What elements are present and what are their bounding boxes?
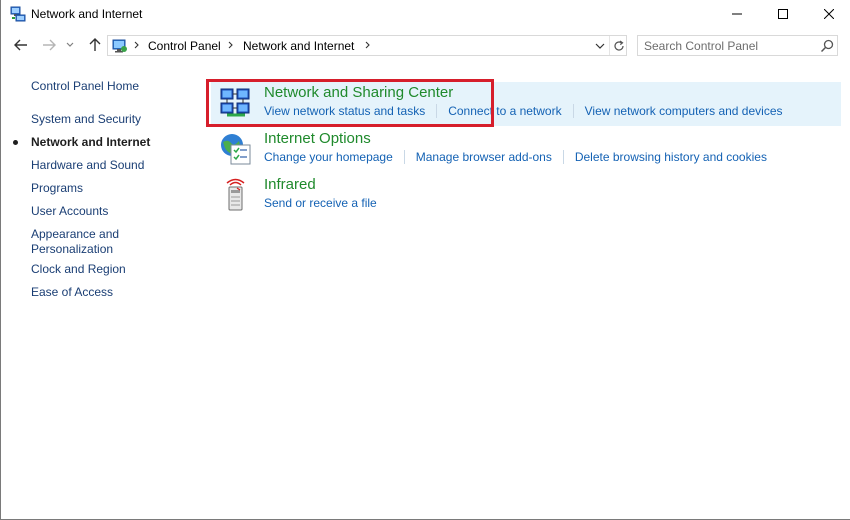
sidebar-item-hardware-and-sound[interactable]: Hardware and Sound [31,158,144,173]
maximize-icon [778,9,788,19]
back-arrow-icon [14,39,27,51]
link-divider [436,104,438,118]
link-divider [562,150,564,164]
category-network-and-sharing-center[interactable]: Network and Sharing Center View network … [211,82,841,126]
link-change-your-homepage[interactable]: Change your homepage [264,150,393,164]
category-links: Send or receive a file [264,196,377,210]
address-dropdown-button[interactable] [591,36,609,55]
minimize-button[interactable] [714,0,760,28]
sidebar-item-network-and-internet[interactable]: Network and Internet [31,135,150,150]
sidebar-item-system-and-security[interactable]: System and Security [31,112,141,127]
title-bar: Network and Internet [1,0,850,28]
back-button[interactable] [10,34,32,56]
sidebar-item-appearance-and-personalization[interactable]: Appearance and [31,227,119,242]
refresh-icon [614,40,624,51]
link-view-network-status-and-tasks[interactable]: View network status and tasks [264,104,425,118]
breadcrumb-separator-icon[interactable] [224,38,236,52]
link-delete-browsing-history-and-cookies[interactable]: Delete browsing history and cookies [575,150,767,164]
category-internet-options[interactable]: Internet Options Change your homepage Ma… [211,128,841,172]
category-title-infrared[interactable]: Infrared [264,176,316,193]
window-title: Network and Internet [31,7,143,21]
close-button[interactable] [806,0,850,28]
forward-arrow-icon [43,39,56,51]
forward-button[interactable] [38,34,60,56]
breadcrumb-separator-icon[interactable] [130,38,142,52]
search-box[interactable] [637,35,838,56]
network-icon [10,6,26,22]
link-manage-browser-add-ons[interactable]: Manage browser add-ons [416,150,552,164]
maximize-button[interactable] [760,0,806,28]
sidebar-item-clock-and-region[interactable]: Clock and Region [31,262,126,277]
category-infrared[interactable]: Infrared Send or receive a file [211,174,841,218]
sidebar-item-control-panel-home[interactable]: Control Panel Home [31,79,139,94]
sidebar-item-appearance-and-personalization-line2[interactable]: Personalization [31,242,113,257]
link-view-network-computers-and-devices[interactable]: View network computers and devices [585,104,783,118]
control-panel-window: Network and Internet Control Panel Netwo… [0,0,850,520]
active-bullet-icon [13,140,18,145]
up-arrow-icon [89,38,101,51]
search-input[interactable] [644,37,814,54]
search-icon[interactable] [819,38,835,54]
internet-options-icon [221,134,251,165]
breadcrumb-control-panel[interactable]: Control Panel [148,39,221,53]
category-title-network-and-sharing-center[interactable]: Network and Sharing Center [264,84,453,101]
category-title-internet-options[interactable]: Internet Options [264,130,371,147]
refresh-button[interactable] [609,36,628,55]
category-links: Change your homepage Manage browser add-… [264,150,767,164]
sidebar-item-ease-of-access[interactable]: Ease of Access [31,285,113,300]
minimize-icon [732,13,742,15]
up-button[interactable] [84,34,106,56]
link-send-or-receive-a-file[interactable]: Send or receive a file [264,196,377,210]
link-divider [403,150,405,164]
control-panel-icon [112,39,127,53]
link-connect-to-a-network[interactable]: Connect to a network [448,104,561,118]
address-bar[interactable]: Control Panel Network and Internet [107,35,627,56]
chevron-down-icon [595,43,605,49]
sidebar: Control Panel Home System and Security N… [1,60,201,519]
network-sharing-icon [220,88,250,117]
infrared-icon [226,178,245,211]
breadcrumb-network-and-internet[interactable]: Network and Internet [243,39,354,53]
chevron-down-icon [66,42,74,47]
close-icon [824,9,834,19]
sidebar-item-user-accounts[interactable]: User Accounts [31,204,108,219]
recent-locations-button[interactable] [63,34,77,56]
category-links: View network status and tasks Connect to… [264,104,783,118]
breadcrumb-separator-icon[interactable] [361,38,373,52]
navigation-bar: Control Panel Network and Internet [1,32,850,60]
sidebar-item-programs[interactable]: Programs [31,181,83,196]
link-divider [572,104,574,118]
